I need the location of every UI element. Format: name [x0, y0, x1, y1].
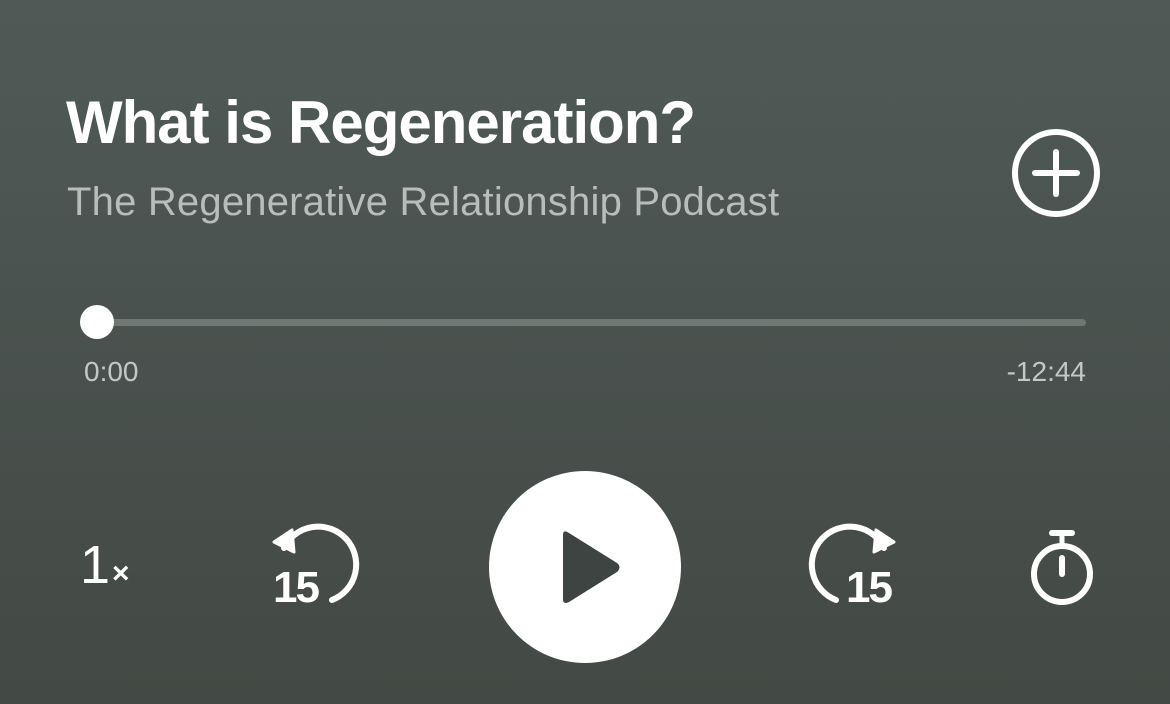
skip-forward-button[interactable]: 15 — [800, 518, 906, 618]
skip-forward-seconds: 15 — [846, 563, 893, 612]
progress-thumb[interactable] — [80, 305, 114, 339]
remaining-time: -12:44 — [1006, 356, 1086, 387]
skip-back-button[interactable]: 15 — [262, 518, 368, 618]
play-button[interactable] — [489, 471, 681, 663]
add-to-library-button[interactable] — [1010, 127, 1102, 219]
episode-title: What is Regeneration? — [66, 89, 696, 156]
progress-bar[interactable] — [80, 304, 1086, 340]
sleep-timer-button[interactable] — [1026, 526, 1098, 610]
plus-circle-icon — [1012, 129, 1100, 217]
speed-value: 1 — [80, 535, 111, 595]
elapsed-time: 0:00 — [84, 356, 139, 387]
stopwatch-icon — [1031, 530, 1093, 605]
play-icon — [563, 531, 620, 603]
playback-speed-button[interactable]: 1× — [80, 538, 130, 592]
speed-suffix: × — [112, 557, 130, 590]
podcast-name[interactable]: The Regenerative Relationship Podcast — [67, 180, 779, 225]
skip-back-seconds: 15 — [273, 563, 320, 612]
progress-track — [96, 319, 1086, 326]
